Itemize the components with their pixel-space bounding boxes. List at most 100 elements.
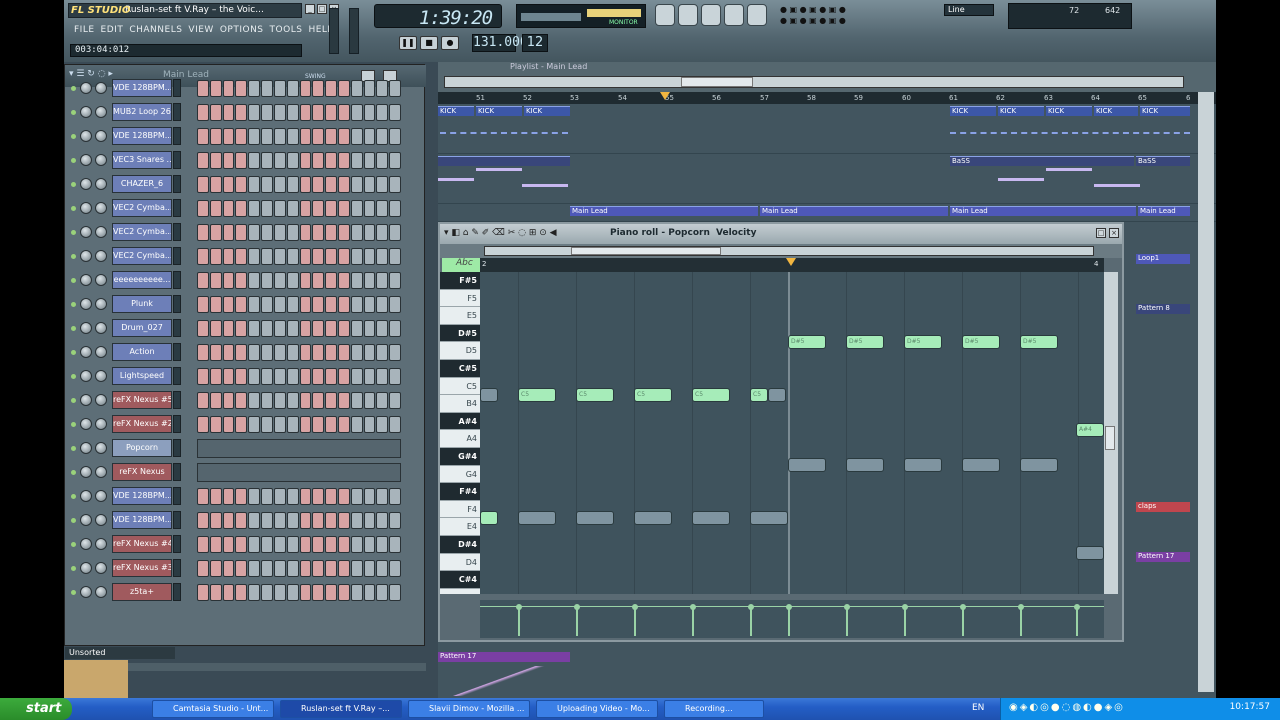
channel-name-button[interactable]: VEC2 Cymba... — [112, 247, 172, 265]
step-button[interactable] — [235, 584, 248, 601]
step-button[interactable] — [222, 176, 235, 193]
step-button[interactable] — [235, 320, 248, 337]
mini-piano-roll[interactable] — [197, 439, 401, 458]
step-button[interactable] — [299, 536, 312, 553]
step-button[interactable] — [248, 128, 261, 145]
step-button[interactable] — [286, 512, 299, 529]
step-button[interactable] — [376, 536, 389, 553]
step-button[interactable] — [222, 200, 235, 217]
step-button[interactable] — [363, 368, 376, 385]
key-f5[interactable]: F5 — [440, 290, 480, 308]
step-sequencer[interactable] — [197, 368, 401, 385]
channel-led[interactable] — [71, 206, 76, 211]
volume-knob[interactable] — [95, 490, 107, 502]
kick-clip[interactable]: KICK — [1094, 106, 1138, 116]
step-button[interactable] — [350, 416, 363, 433]
step-button[interactable] — [312, 272, 325, 289]
step-button[interactable] — [312, 176, 325, 193]
channel-select-bar[interactable] — [173, 223, 181, 241]
step-button[interactable] — [299, 104, 312, 121]
step-button[interactable] — [222, 248, 235, 265]
step-button[interactable] — [363, 488, 376, 505]
step-button[interactable] — [376, 296, 389, 313]
step-button[interactable] — [376, 128, 389, 145]
step-button[interactable] — [350, 512, 363, 529]
step-button[interactable] — [248, 272, 261, 289]
step-button[interactable] — [261, 392, 273, 409]
step-button[interactable] — [337, 560, 350, 577]
step-button[interactable] — [376, 368, 389, 385]
note[interactable]: D#5 — [846, 335, 884, 349]
step-button[interactable] — [337, 128, 350, 145]
kick-clip[interactable]: KICK — [476, 106, 522, 116]
pan-knob[interactable] — [80, 562, 92, 574]
step-sequencer[interactable] — [197, 248, 401, 265]
volume-knob[interactable] — [95, 178, 107, 190]
step-button[interactable] — [209, 272, 222, 289]
step-button[interactable] — [248, 512, 261, 529]
step-button[interactable] — [337, 248, 350, 265]
step-button[interactable] — [325, 344, 337, 361]
step-button[interactable] — [286, 416, 299, 433]
language-indicator[interactable]: EN — [972, 703, 984, 713]
channel-select-bar[interactable] — [173, 583, 181, 601]
step-button[interactable] — [350, 392, 363, 409]
channel-select-bar[interactable] — [173, 511, 181, 529]
step-button[interactable] — [197, 272, 209, 289]
piano-scrollbar[interactable] — [440, 244, 1122, 258]
step-button[interactable] — [261, 488, 273, 505]
note[interactable] — [904, 458, 942, 472]
channel-led[interactable] — [71, 398, 76, 403]
step-button[interactable] — [248, 80, 261, 97]
channel-name-button[interactable]: Popcorn — [112, 439, 172, 457]
step-button[interactable] — [325, 296, 337, 313]
step-button[interactable] — [299, 176, 312, 193]
step-button[interactable] — [350, 224, 363, 241]
step-button[interactable] — [286, 272, 299, 289]
step-button[interactable] — [337, 536, 350, 553]
step-button[interactable] — [273, 392, 286, 409]
step-button[interactable] — [222, 224, 235, 241]
step-button[interactable] — [337, 584, 350, 601]
step-button[interactable] — [350, 200, 363, 217]
step-button[interactable] — [325, 104, 337, 121]
channel-led[interactable] — [71, 566, 76, 571]
step-button[interactable] — [299, 152, 312, 169]
scroll-thumb[interactable] — [571, 247, 721, 255]
volume-knob[interactable] — [95, 298, 107, 310]
step-button[interactable] — [363, 80, 376, 97]
maximize-button[interactable]: □ — [317, 4, 327, 14]
channel-select-bar[interactable] — [173, 271, 181, 289]
pan-knob[interactable] — [80, 130, 92, 142]
step-button[interactable] — [325, 272, 337, 289]
note[interactable]: D#5 — [904, 335, 942, 349]
pattern17-clip[interactable]: Pattern 17 — [438, 652, 570, 662]
step-button[interactable] — [389, 488, 401, 505]
step-button[interactable] — [197, 176, 209, 193]
channel-name-button[interactable]: z5ta+ — [112, 583, 172, 601]
step-button[interactable] — [363, 392, 376, 409]
bass-clip[interactable] — [438, 156, 570, 166]
step-button[interactable] — [299, 224, 312, 241]
step-button[interactable] — [222, 272, 235, 289]
step-button[interactable] — [286, 152, 299, 169]
key-e4[interactable]: E4 — [440, 518, 480, 536]
step-button[interactable] — [273, 176, 286, 193]
step-button[interactable] — [222, 392, 235, 409]
step-button[interactable] — [248, 248, 261, 265]
step-button[interactable] — [261, 584, 273, 601]
piano-keyboard[interactable]: F#5 F5 E5 D#5 D5 C#5 C5 B4 A#4 A4 G#4 G4… — [440, 272, 480, 594]
step-button[interactable] — [197, 200, 209, 217]
step-button[interactable] — [299, 200, 312, 217]
step-button[interactable] — [235, 560, 248, 577]
channel-led[interactable] — [71, 254, 76, 259]
step-button[interactable] — [222, 584, 235, 601]
channel-name-button[interactable]: VEC2 Cymba... — [112, 199, 172, 217]
step-sequencer[interactable] — [197, 416, 401, 433]
mini-piano-roll[interactable] — [197, 463, 401, 482]
step-button[interactable] — [286, 560, 299, 577]
step-button[interactable] — [248, 584, 261, 601]
step-button[interactable] — [299, 416, 312, 433]
step-sequencer[interactable] — [197, 128, 401, 145]
step-button[interactable] — [350, 536, 363, 553]
